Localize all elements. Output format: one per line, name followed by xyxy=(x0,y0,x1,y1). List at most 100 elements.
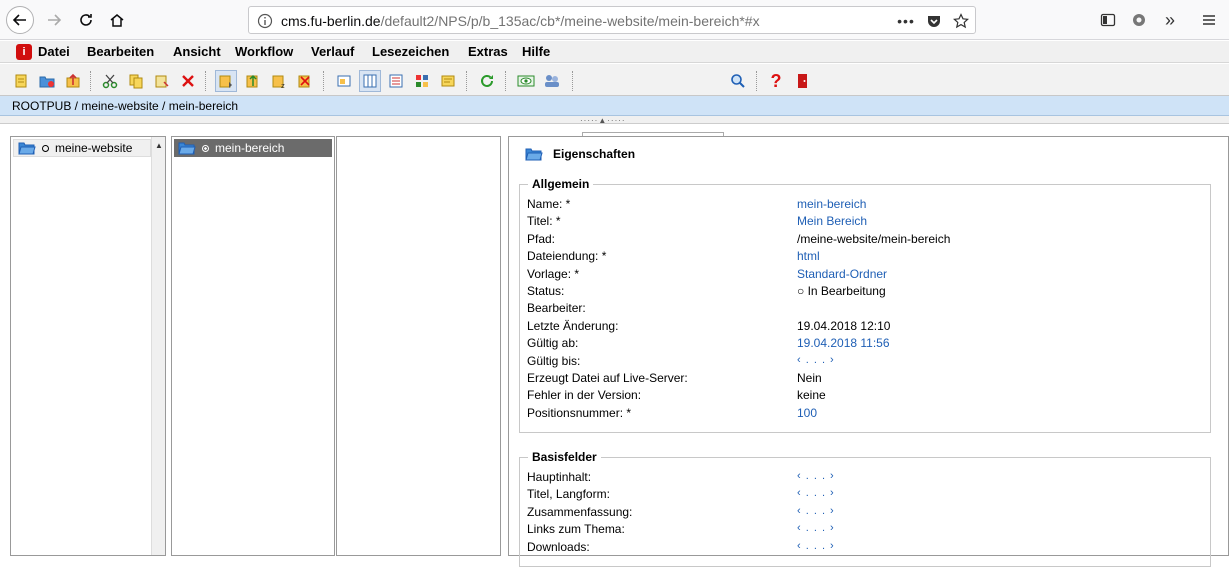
property-value[interactable]: 19.04.2018 11:56 xyxy=(797,336,890,350)
property-label: Zusammenfassung: xyxy=(527,504,633,519)
property-value[interactable]: ‹ . . . › xyxy=(797,505,835,517)
tree-column-3 xyxy=(336,136,501,556)
property-label: Pfad: xyxy=(527,231,556,246)
home-button[interactable] xyxy=(103,6,131,34)
copy-icon[interactable] xyxy=(125,70,147,92)
menu-workflow[interactable]: Workflow xyxy=(235,44,293,59)
extension-gear-icon[interactable] xyxy=(1127,8,1151,32)
reload-icon xyxy=(80,14,92,26)
fieldset-allgemein: Allgemein Name: * mein-bereich Titel: * Mei… xyxy=(519,177,1211,433)
menu-bearbeiten[interactable]: Bearbeiten xyxy=(87,44,154,59)
tree-column-1: meine-website ▲ xyxy=(10,136,166,556)
page-actions-icon[interactable]: ••• xyxy=(897,12,915,30)
property-label: Downloads: xyxy=(527,539,590,554)
property-value: Nein xyxy=(797,371,822,385)
legend-basisfelder: Basisfelder xyxy=(528,450,601,464)
scrollbar[interactable]: ▲ xyxy=(151,137,165,555)
scroll-up-icon[interactable]: ▲ xyxy=(155,141,163,150)
breadcrumb: ROOTPUB / meine-website / mein-bereich xyxy=(0,96,1229,116)
home-icon xyxy=(110,14,124,27)
overflow-chevron-icon[interactable]: » xyxy=(1158,8,1182,32)
property-label: Name: * xyxy=(527,197,571,211)
collapse-icon[interactable]: ·····▲····· xyxy=(580,116,626,125)
tree-item-label: meine-website xyxy=(55,141,133,155)
reload-button[interactable] xyxy=(72,6,100,34)
tree-item-mein-bereich[interactable]: mein-bereich xyxy=(174,139,332,157)
sort-az-icon[interactable]: z xyxy=(268,70,290,92)
sort-folder-icon[interactable] xyxy=(215,70,237,92)
menu-extras[interactable]: Extras xyxy=(468,44,508,59)
view-details-icon[interactable] xyxy=(437,70,459,92)
view-list-icon[interactable] xyxy=(385,70,407,92)
new-document-icon[interactable] xyxy=(10,70,32,92)
properties-panel: Eigenschaften Allgemein Name: * mein-bere… xyxy=(508,136,1229,567)
help-icon[interactable]: ? xyxy=(765,70,787,92)
tree-item-meine-website[interactable]: meine-website xyxy=(13,139,151,157)
menu-lesezeichen[interactable]: Lesezeichen xyxy=(372,44,449,59)
sort-remove-icon[interactable] xyxy=(294,70,316,92)
fieldset-basisfelder: Basisfelder Hauptinhalt: ‹ . . . › Titel, … xyxy=(519,450,1211,567)
toolbar: z ? xyxy=(0,64,1229,154)
svg-text:z: z xyxy=(281,82,285,89)
users-icon[interactable] xyxy=(541,70,563,92)
property-value[interactable]: mein-bereich xyxy=(797,197,866,211)
breadcrumb-path[interactable]: ROOTPUB / meine-website / mein-bereich xyxy=(12,99,238,113)
open-folder-icon xyxy=(178,142,196,155)
view-columns-icon[interactable] xyxy=(359,70,381,92)
tree-column-2: mein-bereich xyxy=(171,136,335,556)
hamburger-menu-icon[interactable] xyxy=(1197,8,1221,32)
sidebar-toggle-icon[interactable] xyxy=(1096,8,1120,32)
sort-up-icon[interactable] xyxy=(242,70,264,92)
menu-hilfe[interactable]: Hilfe xyxy=(522,44,550,59)
back-button[interactable] xyxy=(6,6,34,34)
property-value: ○ In Bearbeitung xyxy=(797,284,886,298)
open-folder-icon xyxy=(18,142,36,155)
cut-icon[interactable] xyxy=(99,70,121,92)
bookmark-star-icon[interactable] xyxy=(952,12,970,30)
menu-datei[interactable]: Datei xyxy=(38,44,70,59)
search-icon[interactable] xyxy=(727,70,749,92)
property-label: Gültig ab: xyxy=(527,336,579,351)
paste-icon[interactable] xyxy=(151,70,173,92)
property-value[interactable]: ‹ . . . › xyxy=(797,487,835,499)
pocket-icon[interactable] xyxy=(925,12,943,30)
preview-eye-icon[interactable] xyxy=(515,70,537,92)
delete-icon[interactable] xyxy=(177,70,199,92)
info-icon[interactable] xyxy=(257,13,273,29)
view-preview-icon[interactable] xyxy=(333,70,355,92)
property-label: Bearbeiter: xyxy=(527,301,586,316)
new-folder-icon[interactable] xyxy=(36,70,58,92)
view-grid-icon[interactable] xyxy=(411,70,433,92)
app-logo-icon: i xyxy=(16,44,32,60)
menu-ansicht[interactable]: Ansicht xyxy=(173,44,221,59)
property-value[interactable]: Standard-Ordner xyxy=(797,267,887,281)
property-value[interactable]: Mein Bereich xyxy=(797,214,867,228)
property-label: Letzte Änderung: xyxy=(527,318,619,333)
property-value: 19.04.2018 12:10 xyxy=(797,318,891,333)
property-label: Links zum Thema: xyxy=(527,522,625,537)
property-value[interactable]: ‹ . . . › xyxy=(797,522,835,534)
property-value: /meine-website/mein-bereich xyxy=(797,231,951,246)
property-value[interactable]: ‹ . . . › xyxy=(797,470,835,482)
exit-door-icon[interactable] xyxy=(791,70,813,92)
url-text[interactable]: cms.fu-berlin.de/default2/NPS/p/b_135ac/… xyxy=(281,13,760,29)
property-value: keine xyxy=(797,388,826,403)
property-label: Titel: * xyxy=(527,214,561,229)
status-radio-icon xyxy=(202,144,209,152)
property-value[interactable]: ‹ . . . › xyxy=(797,540,835,552)
property-label: Vorlage: * xyxy=(527,266,580,281)
refresh-icon[interactable] xyxy=(476,70,498,92)
property-label: Hauptinhalt: xyxy=(527,470,592,484)
property-value[interactable]: 100 xyxy=(797,406,817,420)
property-label: Titel, Langform: xyxy=(527,487,610,502)
tree-item-label: mein-bereich xyxy=(215,141,285,155)
browser-toolbar: cms.fu-berlin.de/default2/NPS/p/b_135ac/… xyxy=(0,0,1229,40)
property-value[interactable]: html xyxy=(797,249,820,263)
url-bar[interactable]: cms.fu-berlin.de/default2/NPS/p/b_135ac/… xyxy=(248,6,976,34)
property-label: Dateiendung: * xyxy=(527,249,607,264)
forward-button[interactable] xyxy=(40,6,68,34)
splitter-handle[interactable]: ·····▲····· xyxy=(0,116,1229,125)
menu-verlauf[interactable]: Verlauf xyxy=(311,44,354,59)
upload-icon[interactable] xyxy=(62,70,84,92)
property-value[interactable]: ‹ . . . › xyxy=(797,354,835,366)
